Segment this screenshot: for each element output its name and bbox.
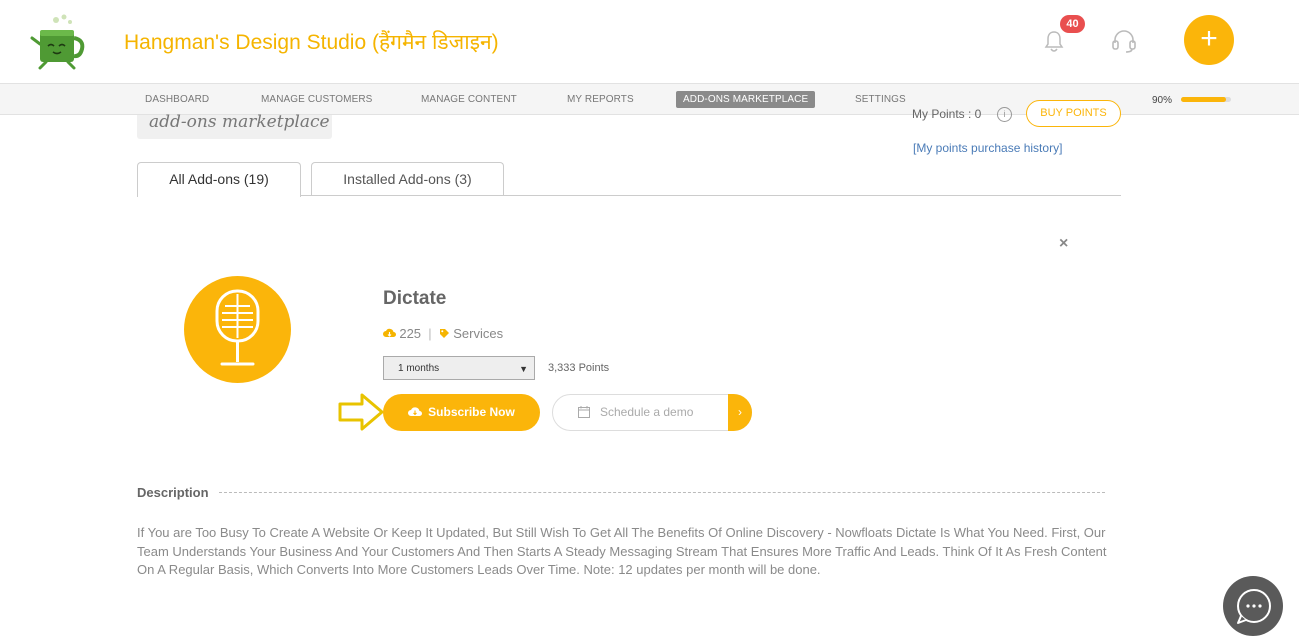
addon-price: 3,333 Points — [548, 362, 610, 374]
notification-badge[interactable]: 40 — [1060, 15, 1085, 33]
headset-icon[interactable] — [1111, 28, 1137, 54]
info-icon[interactable]: i — [997, 107, 1012, 122]
meta-separator: | — [428, 326, 432, 341]
nav-item-manage-content[interactable]: MANAGE CONTENT — [421, 94, 517, 105]
subscribe-label: Subscribe Now — [428, 405, 515, 419]
top-header: Hangman's Design Studio (हैंगमैन डिजाइन)… — [0, 0, 1299, 83]
active-tab-mask — [138, 194, 300, 197]
nav-item-addons-marketplace[interactable]: ADD-ONS MARKETPLACE — [676, 91, 816, 108]
bell-icon[interactable] — [1043, 30, 1065, 54]
subscribe-now-button[interactable]: Subscribe Now — [383, 394, 540, 431]
points-history-link[interactable]: [My points purchase history] — [913, 141, 1062, 155]
page-title: add-ons marketplace — [149, 112, 330, 132]
site-title: Hangman's Design Studio (हैंगमैन डिजाइन) — [124, 31, 499, 54]
cloud-download-icon — [408, 407, 423, 416]
schedule-demo-submit-button[interactable]: › — [728, 394, 752, 431]
teacup-mascot-icon[interactable] — [26, 12, 96, 70]
tab-all-addons[interactable]: All Add-ons (19) — [137, 162, 301, 197]
addon-meta: 225 | Services — [383, 326, 503, 341]
close-icon[interactable]: × — [1059, 235, 1068, 253]
tag-icon — [439, 327, 453, 341]
my-points-label: My Points : 0 — [912, 107, 982, 121]
microphone-icon — [184, 276, 291, 383]
description-text: If You are Too Busy To Create A Website … — [137, 525, 1107, 577]
chevron-down-icon: ▼ — [519, 364, 528, 374]
description-heading: Description — [137, 485, 209, 500]
profile-progress-bar — [1181, 97, 1231, 102]
description-divider — [219, 492, 1105, 493]
duration-selected-value: 1 months — [398, 363, 440, 374]
arrow-right-icon — [337, 392, 387, 432]
buy-points-button[interactable]: BUY POINTS — [1026, 100, 1121, 127]
schedule-demo-placeholder: Schedule a demo — [600, 405, 694, 419]
addon-title: Dictate — [383, 288, 447, 309]
nav-item-settings[interactable]: SETTINGS — [855, 94, 906, 105]
add-button[interactable]: + — [1184, 15, 1234, 65]
category-label[interactable]: Services — [453, 326, 503, 341]
profile-progress-fill — [1181, 97, 1226, 102]
duration-select[interactable]: 1 months ▼ — [383, 356, 535, 380]
nav-item-manage-customers[interactable]: MANAGE CUSTOMERS — [261, 94, 372, 105]
download-count: 225 — [399, 326, 422, 341]
cloud-download-icon — [383, 327, 399, 341]
calendar-icon — [578, 405, 590, 418]
nav-item-my-reports[interactable]: MY REPORTS — [567, 94, 634, 105]
tab-installed-addons[interactable]: Installed Add-ons (3) — [311, 162, 504, 196]
schedule-demo-field[interactable]: Schedule a demo › — [552, 394, 752, 431]
chat-bubble-icon[interactable] — [1223, 576, 1283, 636]
nav-item-dashboard[interactable]: DASHBOARD — [145, 94, 209, 105]
profile-progress-label: 90% — [1152, 95, 1173, 106]
